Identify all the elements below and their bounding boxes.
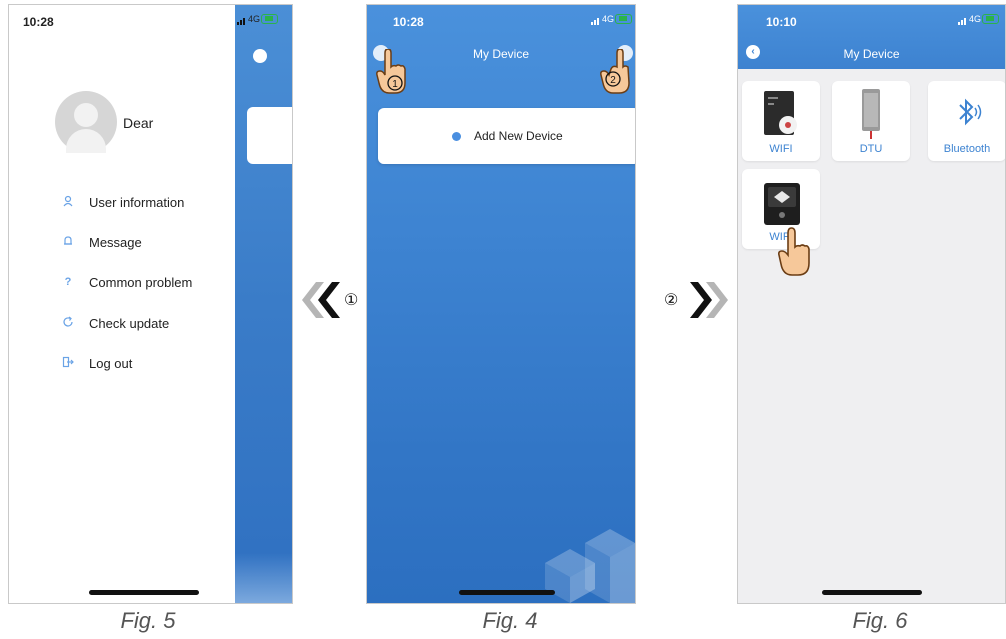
menu-item-check-update[interactable]: Check update	[61, 313, 169, 333]
chevron-left-icon	[302, 282, 340, 318]
page-title: My Device	[843, 47, 900, 61]
fig6-phone-screen: 10:10 4G ‹ My Device WIFI DTU Bluetooth …	[737, 4, 1006, 604]
device-tile-dtu[interactable]: DTU	[832, 81, 910, 161]
step-number: ②	[664, 292, 679, 309]
hand-pointer-icon: 1	[376, 49, 406, 94]
svg-text:1: 1	[392, 79, 398, 90]
tile-label: WIFI	[769, 143, 793, 155]
network-label: 4G	[969, 14, 982, 24]
home-indicator	[459, 590, 555, 595]
bluetooth-icon	[959, 98, 982, 126]
menu-item-label: Log out	[89, 355, 133, 371]
fig5-phone-screen: 10:28 Dear User information Message ? Co…	[8, 4, 293, 604]
user-icon	[61, 195, 75, 209]
menu-item-common-problem[interactable]: ? Common problem	[61, 272, 193, 292]
header-bar: 10:10 4G ‹ My Device	[738, 5, 1005, 69]
refresh-icon	[61, 316, 75, 330]
arrow-left-step: ①	[296, 280, 366, 320]
home-indicator	[822, 590, 922, 595]
add-device-dot-icon	[452, 132, 461, 141]
status-icons: 4G	[958, 13, 1002, 27]
menu-item-label: User information	[89, 194, 185, 210]
arrow-right-step: ②	[660, 280, 736, 320]
battery-icon	[261, 14, 278, 24]
user-name: Dear	[123, 115, 154, 131]
svg-text:2: 2	[610, 75, 616, 86]
battery-icon	[615, 14, 632, 24]
menu-icon[interactable]	[253, 49, 267, 63]
hand-pointer-icon	[778, 227, 810, 276]
status-time: 10:28	[393, 15, 424, 29]
step-number: ①	[344, 292, 359, 309]
menu-item-user-information[interactable]: User information	[61, 192, 184, 212]
device-tile-wifi[interactable]: WIFI	[742, 81, 820, 161]
status-icons: 4G	[591, 13, 635, 27]
fig4-caption: Fig. 4	[482, 608, 538, 633]
menu-item-label: Message	[89, 234, 142, 250]
home-indicator	[89, 590, 199, 595]
device-tile-bluetooth[interactable]: Bluetooth	[928, 81, 1005, 161]
menu-item-label: Common problem	[89, 274, 193, 290]
add-new-device-label: Add New Device	[474, 129, 563, 143]
network-label: 4G	[248, 14, 261, 24]
tile-label: DTU	[859, 143, 883, 155]
status-icons: 4G	[237, 13, 281, 27]
menu-item-message[interactable]: Message	[61, 232, 142, 252]
battery-icon	[982, 14, 999, 24]
wave-decoration	[235, 553, 292, 603]
cube-decoration	[545, 529, 635, 603]
side-drawer: 10:28 Dear User information Message ? Co…	[9, 5, 235, 603]
status-time: 10:28	[23, 15, 54, 29]
network-label: 4G	[602, 14, 615, 24]
logout-icon	[61, 356, 75, 370]
tile-label: Bluetooth	[943, 143, 991, 155]
fig4-phone-screen: 10:28 4G My Device 1 2 Add New Device	[366, 4, 636, 604]
menu-item-label: Check update	[89, 315, 170, 331]
underlying-screen-edge: 4G	[235, 5, 292, 603]
fig6-caption: Fig. 6	[852, 608, 908, 633]
status-time: 10:10	[766, 15, 797, 29]
add-new-device-card[interactable]: Add New Device	[378, 108, 635, 164]
device-card-edge	[247, 107, 292, 164]
dtu-device-icon	[862, 89, 880, 139]
bell-icon	[61, 235, 75, 249]
wifi-inverter-icon	[764, 91, 797, 135]
avatar[interactable]	[55, 91, 117, 153]
hand-pointer-icon: 2	[600, 49, 630, 94]
wifi-stick-icon	[764, 183, 800, 225]
fig5-caption: Fig. 5	[120, 608, 176, 633]
question-icon: ?	[64, 276, 72, 288]
chevron-right-icon	[690, 282, 728, 318]
menu-item-log-out[interactable]: Log out	[61, 353, 132, 373]
